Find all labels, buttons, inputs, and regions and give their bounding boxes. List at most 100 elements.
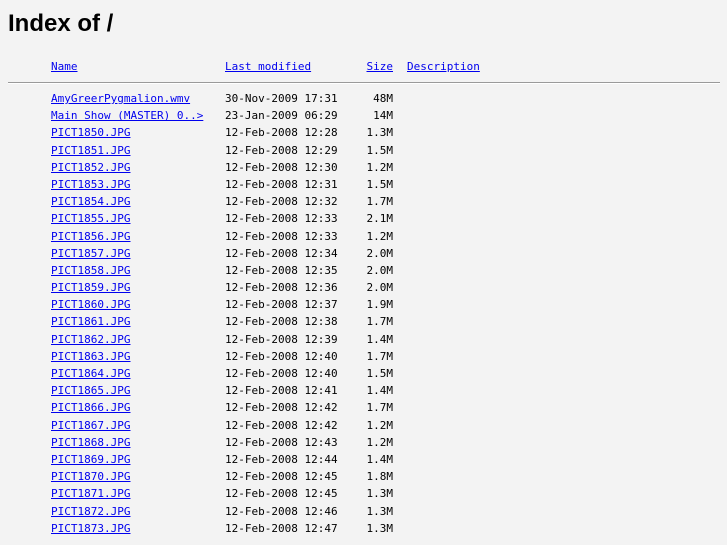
file-row: PICT1860.JPG 12-Feb-2008 12:37 1.9M [0,297,727,314]
file-list: AmyGreerPygmalion.wmv 30-Nov-2009 17:31 48… [0,91,727,538]
file-row: PICT1850.JPG 12-Feb-2008 12:28 1.3M [0,125,727,142]
file-modified: 12-Feb-2008 12:40 [225,349,338,363]
file-size: 1.2M [366,160,394,174]
file-row: PICT1872.JPG 12-Feb-2008 12:46 1.3M [0,504,727,521]
file-size: 1.3M [366,487,394,501]
file-name-link[interactable]: PICT1855.JPG [51,212,130,226]
file-row: PICT1854.JPG 12-Feb-2008 12:32 1.7M [0,194,727,211]
file-modified: 12-Feb-2008 12:33 [225,212,338,226]
file-name-link[interactable]: AmyGreerPygmalion.wmv [51,92,190,106]
file-modified: 12-Feb-2008 12:28 [225,126,338,140]
file-name-link[interactable]: PICT1869.JPG [51,453,130,467]
file-size: 2.0M [366,263,394,277]
file-size: 1.2M [366,435,394,449]
file-size: 2.1M [366,212,394,226]
file-name-link[interactable]: PICT1868.JPG [51,436,130,450]
file-row: PICT1868.JPG 12-Feb-2008 12:43 1.2M [0,435,727,452]
file-row: PICT1871.JPG 12-Feb-2008 12:45 1.3M [0,486,727,503]
file-row: PICT1863.JPG 12-Feb-2008 12:40 1.7M [0,349,727,366]
page-title: Index of / [8,10,114,37]
file-row: PICT1870.JPG 12-Feb-2008 12:45 1.8M [0,469,727,486]
file-name-link[interactable]: Main Show (MASTER) 0..> [51,109,203,123]
file-size: 48M [373,92,393,105]
file-row: PICT1861.JPG 12-Feb-2008 12:38 1.7M [0,314,727,331]
sort-by-name-link[interactable]: Name [51,60,78,74]
file-modified: 12-Feb-2008 12:47 [225,521,338,535]
file-modified: 12-Feb-2008 12:42 [225,418,338,432]
file-modified: 12-Feb-2008 12:45 [225,470,338,484]
file-name-link[interactable]: PICT1864.JPG [51,367,130,381]
file-modified: 12-Feb-2008 12:31 [225,177,338,191]
file-name-link[interactable]: PICT1867.JPG [51,419,130,433]
file-size: 2.0M [366,281,394,295]
file-modified: 12-Feb-2008 12:30 [225,160,338,174]
sort-by-size-link[interactable]: Size [363,60,394,74]
file-modified: 30-Nov-2009 17:31 [225,92,338,105]
file-modified: 12-Feb-2008 12:33 [225,229,338,243]
file-name-link[interactable]: PICT1871.JPG [51,487,130,501]
file-row: PICT1856.JPG 12-Feb-2008 12:33 1.2M [0,229,727,246]
file-size: 1.3M [366,521,394,535]
file-modified: 12-Feb-2008 12:34 [225,246,338,260]
file-name-link[interactable]: PICT1857.JPG [51,247,130,261]
file-name-link[interactable]: PICT1872.JPG [51,505,130,519]
file-row: PICT1865.JPG 12-Feb-2008 12:41 1.4M [0,383,727,400]
sort-by-description-link[interactable]: Description [407,60,480,74]
file-name-link[interactable]: PICT1866.JPG [51,401,130,415]
file-size: 1.2M [366,418,394,432]
file-size: 1.5M [366,143,394,157]
file-row: PICT1873.JPG 12-Feb-2008 12:47 1.3M [0,521,727,538]
file-size: 1.7M [366,401,394,415]
file-name-link[interactable]: PICT1850.JPG [51,126,130,140]
file-modified: 12-Feb-2008 12:41 [225,384,338,398]
file-row: PICT1869.JPG 12-Feb-2008 12:44 1.4M [0,452,727,469]
column-header-row: Name Last modified Size Description [0,60,727,74]
file-size: 1.9M [366,298,394,312]
file-name-link[interactable]: PICT1865.JPG [51,384,130,398]
file-name-link[interactable]: PICT1870.JPG [51,470,130,484]
file-size: 14M [373,109,393,123]
file-modified: 12-Feb-2008 12:36 [225,281,338,295]
file-modified: 12-Feb-2008 12:35 [225,263,338,277]
file-size: 1.4M [366,384,394,398]
file-name-link[interactable]: PICT1851.JPG [51,144,130,158]
header-divider [8,82,720,84]
file-modified: 12-Feb-2008 12:44 [225,452,338,466]
file-modified: 12-Feb-2008 12:37 [225,298,338,312]
file-name-link[interactable]: PICT1856.JPG [51,230,130,244]
file-row: PICT1857.JPG 12-Feb-2008 12:34 2.0M [0,246,727,263]
file-name-link[interactable]: PICT1862.JPG [51,333,130,347]
file-name-link[interactable]: PICT1861.JPG [51,315,130,329]
file-name-link[interactable]: PICT1860.JPG [51,298,130,312]
file-size: 1.3M [366,126,394,140]
file-row: PICT1858.JPG 12-Feb-2008 12:35 2.0M [0,263,727,280]
file-size: 1.7M [366,349,394,363]
file-modified: 12-Feb-2008 12:40 [225,367,338,380]
file-row: PICT1866.JPG 12-Feb-2008 12:42 1.7M [0,400,727,417]
file-size: 1.4M [366,452,394,466]
file-row: PICT1855.JPG 12-Feb-2008 12:33 2.1M [0,211,727,228]
file-name-link[interactable]: PICT1859.JPG [51,281,130,295]
file-modified: 12-Feb-2008 12:45 [225,487,338,501]
file-row: PICT1852.JPG 12-Feb-2008 12:30 1.2M [0,160,727,177]
file-row: PICT1867.JPG 12-Feb-2008 12:42 1.2M [0,418,727,435]
file-name-link[interactable]: PICT1873.JPG [51,522,130,536]
file-size: 1.7M [366,195,394,209]
file-size: 2.0M [366,246,394,260]
file-name-link[interactable]: PICT1854.JPG [51,195,130,209]
file-name-link[interactable]: PICT1858.JPG [51,264,130,278]
file-name-link[interactable]: PICT1853.JPG [51,178,130,192]
file-modified: 12-Feb-2008 12:39 [225,332,338,346]
file-name-link[interactable]: PICT1852.JPG [51,161,130,175]
file-size: 1.4M [366,332,394,346]
sort-by-modified-link[interactable]: Last modified [225,60,311,74]
file-row: PICT1864.JPG 12-Feb-2008 12:40 1.5M [0,366,727,383]
file-modified: 12-Feb-2008 12:42 [225,401,338,415]
file-modified: 12-Feb-2008 12:38 [225,315,338,329]
file-row: PICT1853.JPG 12-Feb-2008 12:31 1.5M [0,177,727,194]
file-size: 1.7M [366,315,394,329]
file-modified: 12-Feb-2008 12:46 [225,504,338,518]
file-name-link[interactable]: PICT1863.JPG [51,350,130,364]
file-row: PICT1859.JPG 12-Feb-2008 12:36 2.0M [0,280,727,297]
file-row: AmyGreerPygmalion.wmv 30-Nov-2009 17:31 48… [0,91,727,108]
